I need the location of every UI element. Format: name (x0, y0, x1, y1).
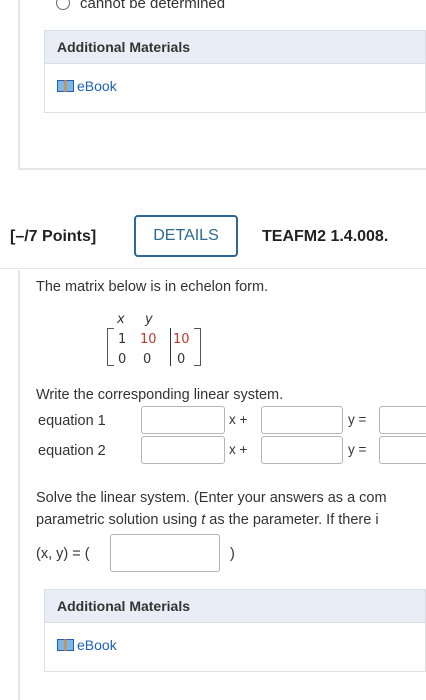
matrix-cell: 0 (177, 352, 186, 367)
answer-close-paren: ) (230, 546, 235, 562)
matrix-cell: 0 (118, 352, 127, 367)
equation1-y-coefficient-input[interactable] (261, 406, 343, 434)
ebook-link[interactable]: eBook (57, 637, 413, 653)
additional-materials-panel: Additional Materials eBook (44, 589, 426, 672)
matrix-cell: 10 (173, 332, 190, 347)
additional-materials-header: Additional Materials (45, 31, 425, 64)
equation1-constant-input[interactable] (379, 406, 426, 434)
matrix-left-bracket (107, 328, 114, 366)
matrix-right-bracket (194, 328, 201, 366)
question-prompt: The matrix below is in echelon form. (36, 279, 269, 295)
additional-materials-panel: Additional Materials eBook (44, 30, 426, 113)
details-button[interactable]: DETAILS (134, 215, 238, 257)
ebook-label: eBook (77, 637, 117, 653)
solution-input[interactable] (110, 534, 220, 572)
matrix-cell: 0 (143, 352, 152, 367)
answer-label: (x, y) = ( (36, 546, 90, 562)
y-equals-label: y = (348, 412, 367, 427)
y-equals-label: y = (348, 442, 367, 457)
augmented-matrix: x y 1 10 10 0 0 0 (107, 312, 207, 372)
matrix-augment-line (170, 328, 171, 366)
panel-border (18, 0, 20, 170)
matrix-col-label-y: y (145, 312, 153, 327)
problem-id: TEAFM2 1.4.008. (262, 228, 389, 245)
x-plus-label: x + (229, 442, 248, 457)
matrix-col-label-x: x (117, 312, 125, 327)
matrix-cell: 1 (118, 332, 127, 347)
question-divider (0, 268, 426, 269)
ebook-link[interactable]: eBook (57, 78, 413, 94)
equation2-x-coefficient-input[interactable] (141, 436, 225, 464)
equation1-label: equation 1 (38, 413, 106, 429)
x-plus-label: x + (229, 412, 248, 427)
ebook-icon (57, 639, 74, 651)
solve-instructions-line2: parametric solution using t as the param… (36, 512, 379, 528)
panel-divider (18, 168, 426, 170)
equation2-constant-input[interactable] (379, 436, 426, 464)
radio-button-icon[interactable] (56, 0, 70, 10)
additional-materials-header: Additional Materials (45, 590, 425, 623)
write-system-prompt: Write the corresponding linear system. (36, 387, 284, 403)
question-border (18, 270, 20, 700)
matrix-cell: 10 (140, 332, 157, 347)
points-label: [–/7 Points] (10, 228, 97, 245)
ebook-label: eBook (77, 78, 117, 94)
equation1-x-coefficient-input[interactable] (141, 406, 225, 434)
solve-instructions-line1: Solve the linear system. (Enter your ans… (36, 490, 387, 506)
equation2-y-coefficient-input[interactable] (261, 436, 343, 464)
ebook-icon (57, 80, 74, 92)
radio-option-label: cannot be determined (80, 0, 226, 12)
equation2-label: equation 2 (38, 443, 106, 459)
